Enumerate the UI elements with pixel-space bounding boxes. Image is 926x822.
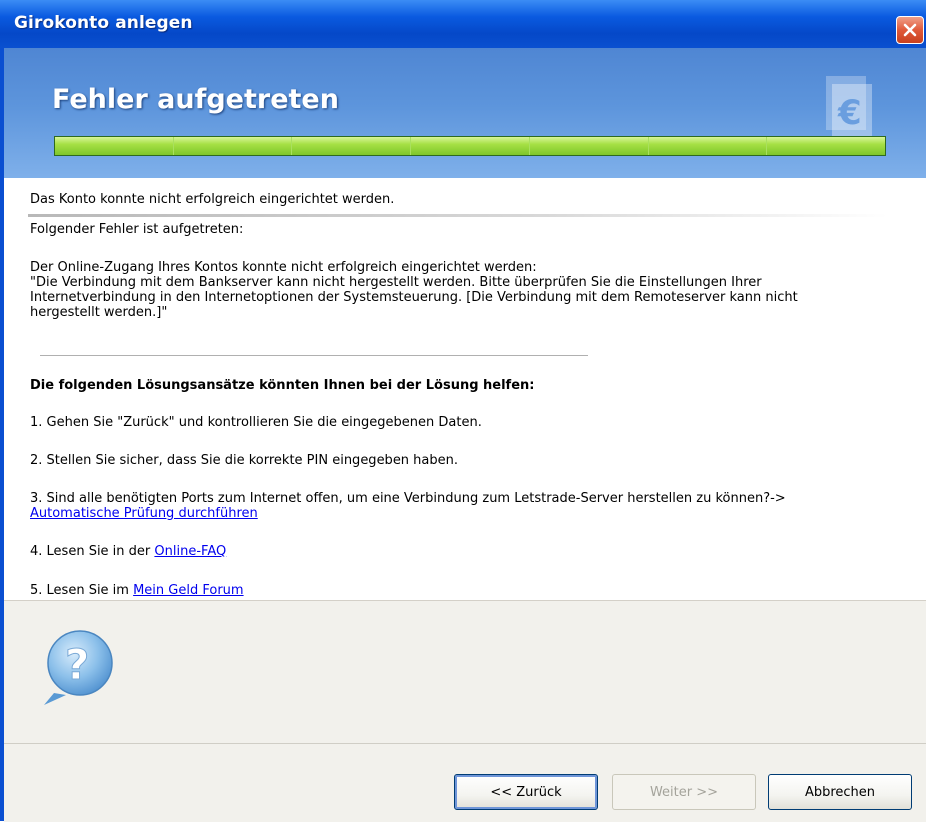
divider: [28, 214, 888, 217]
solution-item: 2. Stellen Sie sicher, dass Sie die korr…: [30, 453, 459, 468]
error-line: hergestellt werden.]": [30, 305, 168, 320]
error-line: Der Online-Zugang Ihres Kontos konnte ni…: [30, 260, 537, 275]
button-panel: ? << Zurück Weiter >> Abbrechen: [4, 600, 926, 822]
online-faq-link[interactable]: Online-FAQ: [154, 544, 226, 559]
wizard-window: Girokonto anlegen Fehler aufgetreten € D…: [0, 0, 926, 822]
next-button[interactable]: Weiter >>: [612, 774, 756, 810]
error-line: "Die Verbindung mit dem Bankserver kann …: [30, 275, 762, 290]
cancel-button[interactable]: Abbrechen: [768, 774, 912, 810]
progress-segment: [648, 137, 768, 155]
auto-check-link[interactable]: Automatische Prüfung durchführen: [30, 506, 258, 521]
svg-text:€: €: [837, 93, 862, 133]
solution-prefix: 4. Lesen Sie in der: [30, 544, 155, 559]
divider: [40, 355, 588, 356]
progress-segment: [55, 137, 174, 155]
progress-segment: [411, 137, 530, 155]
wizard-header: Fehler aufgetreten €: [4, 48, 926, 178]
progress-segment: [767, 137, 886, 155]
title-bar[interactable]: Girokonto anlegen: [0, 0, 926, 48]
solution-item: 4. Lesen Sie in der Online-FAQ: [30, 544, 226, 560]
window-title: Girokonto anlegen: [14, 13, 193, 33]
status-line: Das Konto konnte nicht erfolgreich einge…: [30, 192, 395, 207]
error-label: Folgender Fehler ist aufgetreten:: [30, 222, 244, 237]
wizard-content: Das Konto konnte nicht erfolgreich einge…: [4, 178, 926, 600]
svg-text:?: ?: [65, 640, 89, 689]
forum-link[interactable]: Mein Geld Forum: [133, 583, 243, 598]
divider: [4, 743, 926, 744]
solution-prefix: 5. Lesen Sie im: [30, 583, 134, 598]
dialog-client: Fehler aufgetreten € Das Konto konnte ni…: [4, 48, 926, 822]
progress-bar: [54, 136, 886, 156]
close-button[interactable]: [896, 16, 924, 44]
solution-item: 5. Lesen Sie im Mein Geld Forum: [30, 583, 244, 599]
solution-item-link-row: Automatische Prüfung durchführen: [30, 506, 258, 522]
solution-item: 3. Sind alle benötigten Ports zum Intern…: [30, 491, 786, 506]
close-icon: [903, 23, 917, 37]
back-button[interactable]: << Zurück: [454, 774, 598, 810]
solutions-heading: Die folgenden Lösungsansätze könnten Ihn…: [30, 378, 535, 393]
solution-item: 1. Gehen Sie "Zurück" und kontrollieren …: [30, 415, 482, 430]
progress-segment: [292, 137, 412, 155]
progress-segment: [173, 137, 293, 155]
euro-document-icon: €: [826, 76, 872, 136]
page-title: Fehler aufgetreten: [52, 84, 339, 115]
error-line: Internetverbindung in den Internetoption…: [30, 290, 798, 305]
question-bubble-icon: ?: [44, 630, 113, 705]
progress-segment: [529, 137, 649, 155]
